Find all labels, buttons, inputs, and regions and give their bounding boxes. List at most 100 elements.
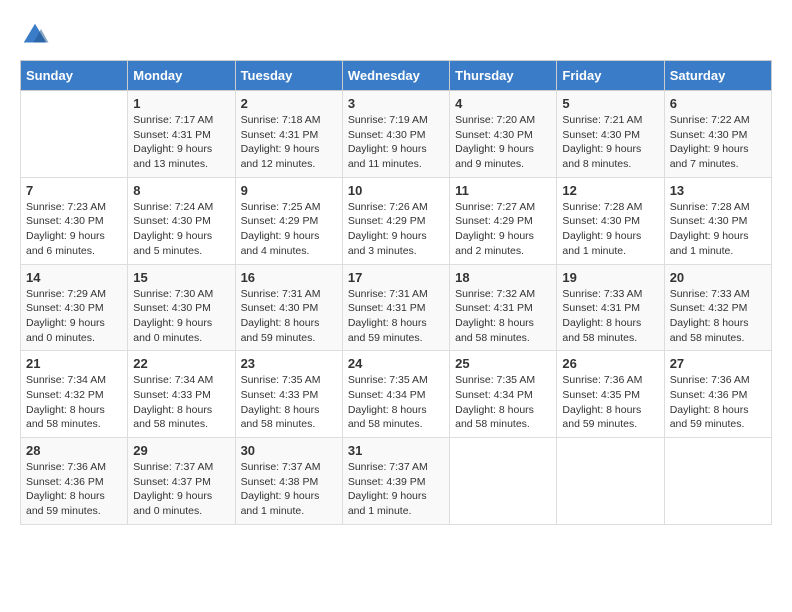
logo	[20, 20, 54, 50]
calendar-cell: 26 Sunrise: 7:36 AM Sunset: 4:35 PM Dayli…	[557, 351, 664, 438]
day-info: Sunrise: 7:26 AM Sunset: 4:29 PM Dayligh…	[348, 200, 444, 259]
calendar-cell: 22 Sunrise: 7:34 AM Sunset: 4:33 PM Dayli…	[128, 351, 235, 438]
calendar-body: 1Sunrise: 7:17 AM Sunset: 4:31 PM Daylig…	[21, 91, 772, 525]
day-number: 13	[670, 183, 766, 198]
day-info: Sunrise: 7:23 AM Sunset: 4:30 PM Dayligh…	[26, 200, 122, 259]
day-info: Sunrise: 7:21 AM Sunset: 4:30 PM Dayligh…	[562, 113, 658, 172]
calendar-cell: 19Sunrise: 7:33 AM Sunset: 4:31 PM Dayli…	[557, 264, 664, 351]
calendar-cell: 29 Sunrise: 7:37 AM Sunset: 4:37 PM Dayli…	[128, 438, 235, 525]
day-info: Sunrise: 7:31 AM Sunset: 4:30 PM Dayligh…	[241, 287, 337, 346]
week-row-1: 1Sunrise: 7:17 AM Sunset: 4:31 PM Daylig…	[21, 91, 772, 178]
header-day-wednesday: Wednesday	[342, 61, 449, 91]
page-header	[20, 20, 772, 50]
day-number: 25	[455, 356, 551, 371]
day-info: Sunrise: 7:30 AM Sunset: 4:30 PM Dayligh…	[133, 287, 229, 346]
day-info: Sunrise: 7:35 AM Sunset: 4:33 PM Dayligh…	[241, 373, 337, 432]
header-row: SundayMondayTuesdayWednesdayThursdayFrid…	[21, 61, 772, 91]
calendar-cell	[21, 91, 128, 178]
calendar-cell: 1Sunrise: 7:17 AM Sunset: 4:31 PM Daylig…	[128, 91, 235, 178]
calendar-cell: 21Sunrise: 7:34 AM Sunset: 4:32 PM Dayli…	[21, 351, 128, 438]
day-number: 30	[241, 443, 337, 458]
day-number: 6	[670, 96, 766, 111]
day-number: 31	[348, 443, 444, 458]
day-number: 29	[133, 443, 229, 458]
calendar-cell: 7 Sunrise: 7:23 AM Sunset: 4:30 PM Daylig…	[21, 177, 128, 264]
day-number: 3	[348, 96, 444, 111]
day-number: 8	[133, 183, 229, 198]
calendar-cell: 18 Sunrise: 7:32 AM Sunset: 4:31 PM Dayli…	[450, 264, 557, 351]
day-number: 4	[455, 96, 551, 111]
day-info: Sunrise: 7:24 AM Sunset: 4:30 PM Dayligh…	[133, 200, 229, 259]
calendar-cell: 20 Sunrise: 7:33 AM Sunset: 4:32 PM Dayli…	[664, 264, 771, 351]
calendar-cell: 25 Sunrise: 7:35 AM Sunset: 4:34 PM Dayli…	[450, 351, 557, 438]
header-day-monday: Monday	[128, 61, 235, 91]
header-day-friday: Friday	[557, 61, 664, 91]
calendar-cell: 23 Sunrise: 7:35 AM Sunset: 4:33 PM Dayli…	[235, 351, 342, 438]
day-info: Sunrise: 7:34 AM Sunset: 4:33 PM Dayligh…	[133, 373, 229, 432]
day-number: 24	[348, 356, 444, 371]
week-row-5: 28 Sunrise: 7:36 AM Sunset: 4:36 PM Dayli…	[21, 438, 772, 525]
calendar-cell: 31 Sunrise: 7:37 AM Sunset: 4:39 PM Dayli…	[342, 438, 449, 525]
day-info: Sunrise: 7:37 AM Sunset: 4:38 PM Dayligh…	[241, 460, 337, 519]
day-info: Sunrise: 7:33 AM Sunset: 4:31 PM Dayligh…	[562, 287, 658, 346]
day-info: Sunrise: 7:18 AM Sunset: 4:31 PM Dayligh…	[241, 113, 337, 172]
calendar-cell: 14 Sunrise: 7:29 AM Sunset: 4:30 PM Dayli…	[21, 264, 128, 351]
day-info: Sunrise: 7:32 AM Sunset: 4:31 PM Dayligh…	[455, 287, 551, 346]
day-number: 15	[133, 270, 229, 285]
day-info: Sunrise: 7:37 AM Sunset: 4:37 PM Dayligh…	[133, 460, 229, 519]
calendar-cell: 4 Sunrise: 7:20 AM Sunset: 4:30 PM Daylig…	[450, 91, 557, 178]
calendar-header: SundayMondayTuesdayWednesdayThursdayFrid…	[21, 61, 772, 91]
day-info: Sunrise: 7:35 AM Sunset: 4:34 PM Dayligh…	[455, 373, 551, 432]
day-info: Sunrise: 7:27 AM Sunset: 4:29 PM Dayligh…	[455, 200, 551, 259]
day-number: 1	[133, 96, 229, 111]
day-number: 26	[562, 356, 658, 371]
calendar-cell: 13Sunrise: 7:28 AM Sunset: 4:30 PM Dayli…	[664, 177, 771, 264]
calendar-cell: 27Sunrise: 7:36 AM Sunset: 4:36 PM Dayli…	[664, 351, 771, 438]
day-info: Sunrise: 7:20 AM Sunset: 4:30 PM Dayligh…	[455, 113, 551, 172]
header-day-thursday: Thursday	[450, 61, 557, 91]
calendar-cell: 10Sunrise: 7:26 AM Sunset: 4:29 PM Dayli…	[342, 177, 449, 264]
calendar-cell: 12 Sunrise: 7:28 AM Sunset: 4:30 PM Dayli…	[557, 177, 664, 264]
header-day-tuesday: Tuesday	[235, 61, 342, 91]
calendar-cell: 2 Sunrise: 7:18 AM Sunset: 4:31 PM Daylig…	[235, 91, 342, 178]
calendar-cell: 9Sunrise: 7:25 AM Sunset: 4:29 PM Daylig…	[235, 177, 342, 264]
day-info: Sunrise: 7:36 AM Sunset: 4:36 PM Dayligh…	[26, 460, 122, 519]
day-number: 23	[241, 356, 337, 371]
day-info: Sunrise: 7:37 AM Sunset: 4:39 PM Dayligh…	[348, 460, 444, 519]
day-info: Sunrise: 7:36 AM Sunset: 4:35 PM Dayligh…	[562, 373, 658, 432]
calendar-cell: 5Sunrise: 7:21 AM Sunset: 4:30 PM Daylig…	[557, 91, 664, 178]
day-info: Sunrise: 7:19 AM Sunset: 4:30 PM Dayligh…	[348, 113, 444, 172]
day-number: 18	[455, 270, 551, 285]
day-number: 11	[455, 183, 551, 198]
day-number: 22	[133, 356, 229, 371]
day-number: 2	[241, 96, 337, 111]
calendar-cell: 17 Sunrise: 7:31 AM Sunset: 4:31 PM Dayli…	[342, 264, 449, 351]
calendar-cell	[450, 438, 557, 525]
day-info: Sunrise: 7:22 AM Sunset: 4:30 PM Dayligh…	[670, 113, 766, 172]
day-number: 12	[562, 183, 658, 198]
header-day-saturday: Saturday	[664, 61, 771, 91]
day-info: Sunrise: 7:33 AM Sunset: 4:32 PM Dayligh…	[670, 287, 766, 346]
calendar-cell: 30 Sunrise: 7:37 AM Sunset: 4:38 PM Dayli…	[235, 438, 342, 525]
week-row-4: 21Sunrise: 7:34 AM Sunset: 4:32 PM Dayli…	[21, 351, 772, 438]
day-info: Sunrise: 7:29 AM Sunset: 4:30 PM Dayligh…	[26, 287, 122, 346]
logo-icon	[20, 20, 50, 50]
calendar-cell: 15 Sunrise: 7:30 AM Sunset: 4:30 PM Dayli…	[128, 264, 235, 351]
day-number: 14	[26, 270, 122, 285]
day-number: 21	[26, 356, 122, 371]
day-number: 27	[670, 356, 766, 371]
calendar-cell: 16Sunrise: 7:31 AM Sunset: 4:30 PM Dayli…	[235, 264, 342, 351]
day-number: 20	[670, 270, 766, 285]
day-number: 17	[348, 270, 444, 285]
day-info: Sunrise: 7:25 AM Sunset: 4:29 PM Dayligh…	[241, 200, 337, 259]
day-info: Sunrise: 7:31 AM Sunset: 4:31 PM Dayligh…	[348, 287, 444, 346]
calendar-cell	[664, 438, 771, 525]
header-day-sunday: Sunday	[21, 61, 128, 91]
day-number: 7	[26, 183, 122, 198]
day-number: 28	[26, 443, 122, 458]
calendar-cell: 11 Sunrise: 7:27 AM Sunset: 4:29 PM Dayli…	[450, 177, 557, 264]
day-info: Sunrise: 7:28 AM Sunset: 4:30 PM Dayligh…	[562, 200, 658, 259]
calendar-cell: 3 Sunrise: 7:19 AM Sunset: 4:30 PM Daylig…	[342, 91, 449, 178]
week-row-3: 14 Sunrise: 7:29 AM Sunset: 4:30 PM Dayli…	[21, 264, 772, 351]
calendar-table: SundayMondayTuesdayWednesdayThursdayFrid…	[20, 60, 772, 525]
